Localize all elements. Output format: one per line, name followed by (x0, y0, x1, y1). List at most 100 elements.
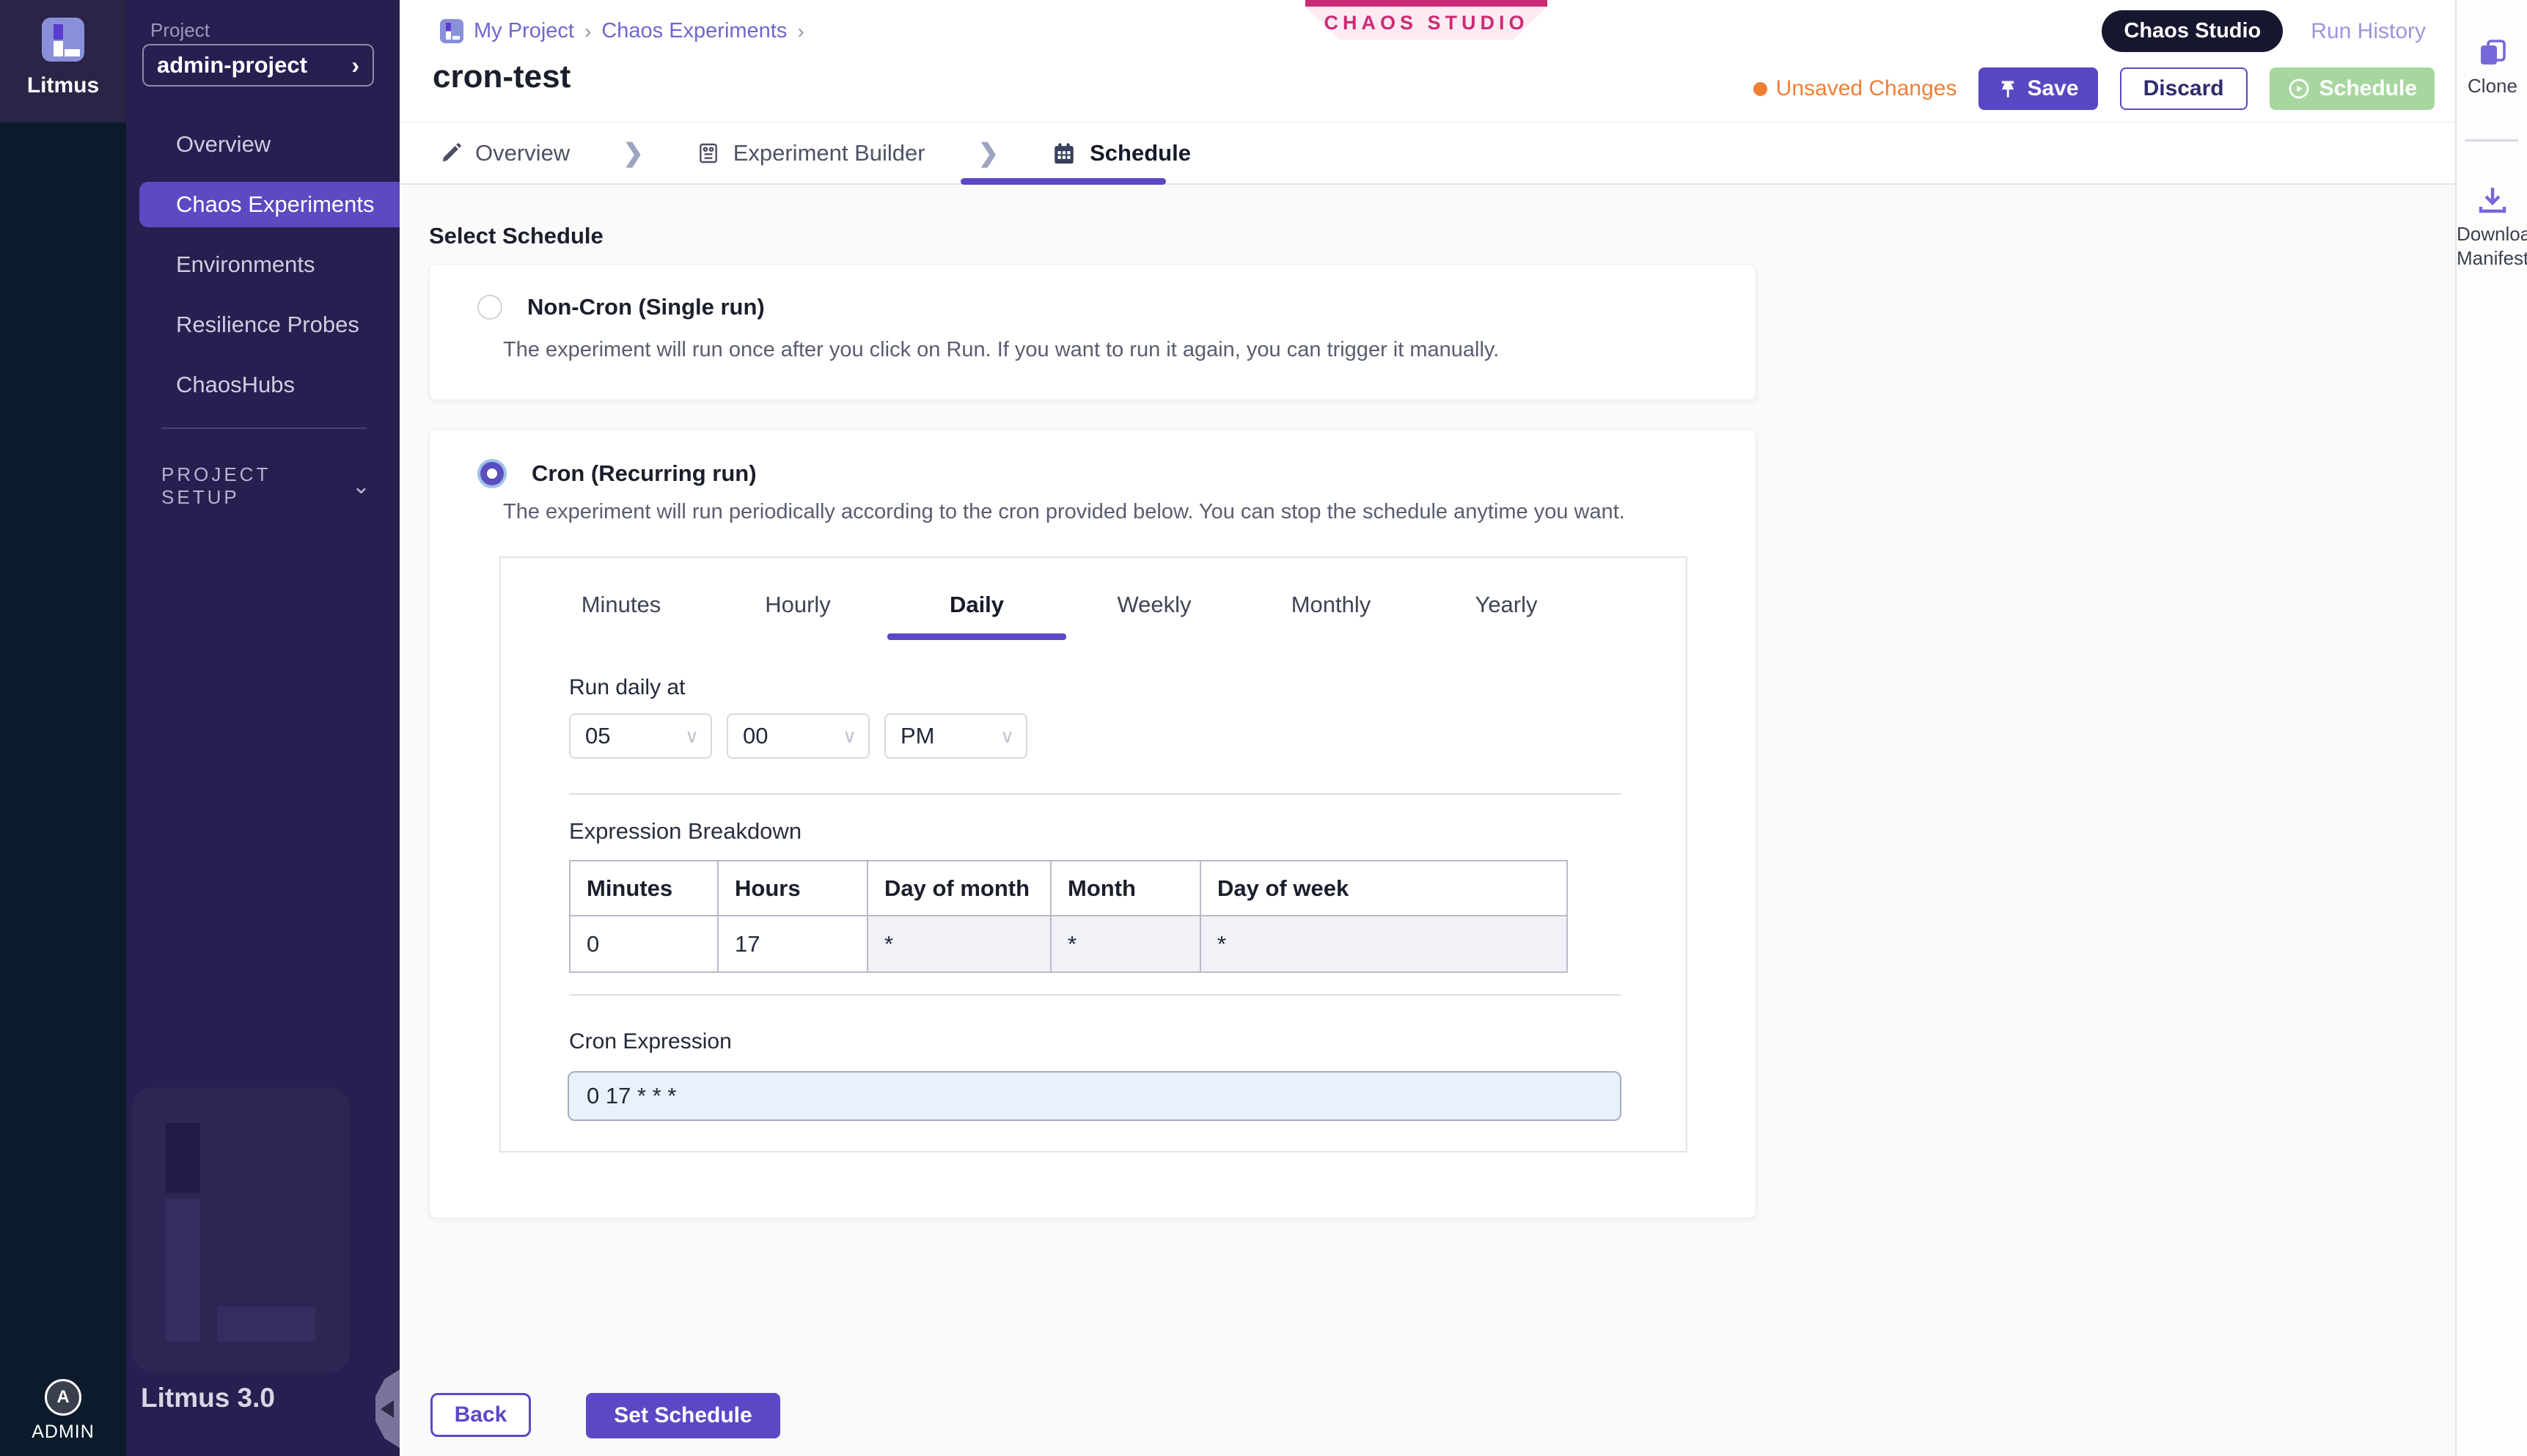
chevron-right-icon: › (351, 52, 359, 79)
cron-radio-row: Cron (Recurring run) (477, 459, 757, 488)
cron-tab-weekly[interactable]: Weekly (1117, 592, 1191, 618)
unsaved-label: Unsaved Changes (1776, 76, 1957, 101)
sidebar-item-overview[interactable]: Overview (126, 122, 400, 167)
project-selector-value: admin-project (157, 52, 307, 78)
minute-select-value: 00 (743, 723, 768, 749)
col-minutes: Minutes (570, 861, 718, 916)
watermark-bar (217, 1306, 315, 1342)
builder-icon (697, 141, 720, 165)
mode-toggle: Chaos Studio Run History (2102, 10, 2426, 52)
save-button[interactable]: Save (1978, 67, 2097, 110)
breadcrumb-my-project[interactable]: My Project (474, 19, 574, 43)
right-rail: Clone Download Manifest (2455, 0, 2527, 1456)
save-label: Save (2027, 76, 2078, 101)
crumb-logo-stem (446, 32, 451, 40)
sidebar-item-environments[interactable]: Environments (126, 242, 400, 287)
col-hours: Hours (718, 861, 868, 916)
download-manifest-button[interactable]: Download Manifest (2457, 183, 2527, 270)
divider (569, 994, 1621, 996)
val-minutes: 0 (570, 916, 718, 972)
cron-radio-ring (480, 462, 504, 485)
time-selects: 05 ∨ 00 ∨ PM ∨ (569, 713, 1027, 759)
discard-button[interactable]: Discard (2120, 67, 2248, 110)
hour-select-value: 05 (585, 723, 610, 749)
schedule-button[interactable]: Schedule (2270, 67, 2435, 110)
cron-tab-daily[interactable]: Daily (950, 592, 1004, 618)
hour-select[interactable]: 05 ∨ (569, 713, 712, 759)
cron-radio[interactable] (477, 459, 507, 488)
val-day-of-month: * (868, 916, 1051, 972)
val-month: * (1051, 916, 1200, 972)
play-circle-icon (2287, 77, 2311, 100)
divider (569, 793, 1621, 795)
cron-tab-monthly[interactable]: Monthly (1291, 592, 1371, 618)
page-header: My Project › Chaos Experiments › cron-te… (400, 0, 2455, 122)
cron-expression-input[interactable]: 0 17 * * * (568, 1071, 1621, 1121)
litmus-watermark-logo (132, 1087, 350, 1372)
main-area: My Project › Chaos Experiments › cron-te… (400, 0, 2455, 1456)
sidebar-divider (161, 427, 367, 429)
project-setup-label: PROJECT SETUP (161, 463, 352, 509)
sidebar-collapse-handle[interactable] (375, 1369, 400, 1448)
schedule-label: Schedule (2319, 76, 2417, 101)
project-selector[interactable]: admin-project › (142, 44, 374, 87)
cron-tab-minutes[interactable]: Minutes (582, 592, 661, 618)
version-label: Litmus 3.0 (141, 1383, 275, 1413)
cron-desc: The experiment will run periodically acc… (503, 500, 1625, 524)
breadcrumb-chaos-experiments[interactable]: Chaos Experiments (601, 19, 787, 43)
brand-name: Litmus (0, 73, 126, 98)
col-day-of-month: Day of month (868, 861, 1051, 916)
tab-schedule-label: Schedule (1090, 140, 1191, 166)
non-cron-radio[interactable] (477, 295, 502, 320)
tab-overview[interactable]: Overview (440, 140, 570, 166)
clone-label: Clone (2457, 74, 2527, 98)
header-actions: Unsaved Changes Save Discard Schedule (1753, 67, 2435, 110)
schedule-content: Select Schedule Non-Cron (Single run) Th… (400, 186, 2455, 1456)
pin-save-icon (1998, 78, 2018, 99)
tab-experiment-builder[interactable]: Experiment Builder (697, 140, 925, 166)
watermark-stem (166, 1199, 200, 1342)
breadcrumb-separator: › (584, 20, 591, 43)
logo-stem (54, 41, 63, 56)
non-cron-radio-row: Non-Cron (Single run) (477, 294, 765, 320)
sidebar-item-resilience-probes[interactable]: Resilience Probes (126, 302, 400, 348)
clone-button[interactable]: Clone (2457, 35, 2527, 98)
set-schedule-button[interactable]: Set Schedule (586, 1393, 780, 1438)
unsaved-dot-icon (1753, 82, 1767, 96)
col-month: Month (1051, 861, 1200, 916)
banner-top-bar (1305, 0, 1547, 7)
clone-icon (2475, 35, 2510, 70)
avatar[interactable]: A (45, 1379, 81, 1416)
tab-schedule[interactable]: Schedule (1052, 140, 1191, 166)
project-label: Project (150, 19, 210, 42)
tab-run-history[interactable]: Run History (2311, 19, 2426, 44)
sidebar-item-chaoshubs[interactable]: ChaosHubs (126, 362, 400, 408)
tab-overview-label: Overview (475, 140, 570, 166)
cron-label: Cron (Recurring run) (532, 460, 757, 487)
chevron-down-icon: ∨ (1000, 725, 1014, 748)
cron-tab-hourly[interactable]: Hourly (765, 592, 831, 618)
chevron-separator-icon: ❯ (978, 139, 1000, 168)
page-title: cron-test (433, 59, 571, 95)
breadcrumb-separator: › (797, 20, 804, 43)
sidebar-nav: Overview Chaos Experiments Environments … (126, 122, 400, 422)
sidebar-item-chaos-experiments[interactable]: Chaos Experiments (139, 182, 400, 227)
chevron-down-icon: ∨ (843, 725, 857, 748)
left-rail: Litmus A ADMIN (0, 0, 126, 1456)
footer-buttons: Back Set Schedule (430, 1393, 780, 1438)
crumb-logo-bar (452, 36, 460, 40)
ampm-select[interactable]: PM ∨ (884, 713, 1027, 759)
cron-tab-yearly[interactable]: Yearly (1475, 592, 1537, 618)
project-setup-toggle[interactable]: PROJECT SETUP ⌄ (161, 463, 370, 509)
breadcrumb: My Project › Chaos Experiments › (440, 19, 804, 43)
back-button[interactable]: Back (430, 1393, 531, 1437)
unsaved-changes-status: Unsaved Changes (1753, 76, 1957, 101)
sidebar: Project admin-project › Overview Chaos E… (126, 0, 400, 1456)
section-heading: Select Schedule (429, 223, 604, 249)
chaos-studio-banner: CHAOS STUDIO (1305, 0, 1547, 40)
user-block: A ADMIN (0, 1379, 126, 1443)
tab-experiment-builder-label: Experiment Builder (733, 140, 925, 166)
tab-chaos-studio[interactable]: Chaos Studio (2102, 10, 2283, 52)
minute-select[interactable]: 00 ∨ (727, 713, 870, 759)
expression-breakdown-table: Minutes Hours Day of month Month Day of … (569, 860, 1568, 973)
